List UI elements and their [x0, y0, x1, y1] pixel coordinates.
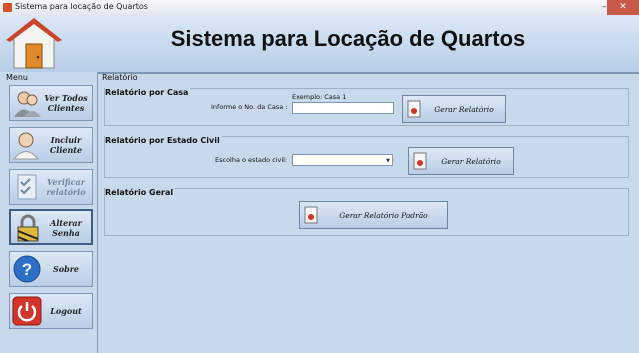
menu-item-sobre[interactable]: ? Sobre — [9, 251, 93, 287]
button-label: Gerar Relatório — [434, 104, 494, 114]
padlock-icon — [17, 214, 39, 242]
menu-item-label: Alterar Senha — [50, 218, 82, 238]
report-icon — [304, 206, 318, 224]
menu-item-ver-todos-clientes[interactable]: Ver Todos Clientes — [9, 85, 93, 121]
sidebar-menu: Menu Ver Todos Clientes Incluir Cliente … — [0, 72, 98, 353]
house-logo-icon — [6, 18, 62, 69]
window-titlebar: Sistema para locação de Quartos –□ ✕ — [0, 0, 639, 17]
help-icon: ? — [13, 255, 41, 283]
app-header: Sistema para Locação de Quartos — [0, 16, 639, 74]
casa-number-input[interactable] — [292, 102, 394, 114]
group-title: Relatório por Estado Civil — [105, 136, 222, 145]
menu-item-incluir-cliente[interactable]: Incluir Cliente — [9, 127, 93, 163]
close-button[interactable]: ✕ — [607, 0, 639, 15]
menu-item-logout[interactable]: Logout — [9, 293, 93, 329]
group-relatorio-estado-civil: Relatório por Estado Civil Escolha o est… — [104, 136, 629, 178]
app-title: Sistema para Locação de Quartos — [170, 26, 526, 51]
estado-civil-label: Escolha o estado civil: — [215, 156, 288, 164]
menu-item-label: Verificar relatório — [46, 177, 86, 197]
casa-number-label: Informe o No. da Casa : — [211, 103, 288, 111]
section-title: Relatório — [102, 73, 138, 82]
menu-title: Menu — [6, 73, 28, 82]
menu-item-label: Logout — [50, 306, 82, 316]
checklist-icon — [17, 174, 37, 200]
estado-civil-select[interactable]: ▼ — [292, 154, 393, 166]
power-icon — [12, 296, 42, 326]
menu-item-verificar-relatorio[interactable]: Verificar relatório — [9, 169, 93, 205]
report-icon — [407, 100, 421, 118]
gerar-relatorio-padrao-button[interactable]: Gerar Relatório Padrão — [299, 201, 448, 229]
menu-item-label: Incluir Cliente — [49, 135, 83, 155]
example-hint: Exemplo: Casa 1 — [292, 93, 347, 101]
menu-item-label: Ver Todos Clientes — [44, 93, 88, 113]
button-label: Gerar Relatório Padrão — [339, 210, 428, 220]
report-icon — [413, 152, 427, 170]
gerar-relatorio-casa-button[interactable]: Gerar Relatório — [402, 95, 506, 123]
group-relatorio-por-casa: Relatório por Casa Exemplo: Casa 1 Infor… — [104, 88, 629, 126]
app-window-icon — [3, 3, 12, 12]
gerar-relatorio-estado-button[interactable]: Gerar Relatório — [408, 147, 514, 175]
users-icon — [14, 91, 41, 117]
main-content: Relatório Relatório por Casa Exemplo: Ca… — [98, 72, 639, 353]
person-add-icon — [12, 132, 40, 160]
menu-item-alterar-senha[interactable]: Alterar Senha — [9, 209, 93, 245]
group-relatorio-geral: Relatório Geral Gerar Relatório Padrão — [104, 188, 629, 236]
group-title: Relatório Geral — [105, 188, 176, 197]
chevron-down-icon: ▼ — [386, 158, 390, 164]
button-label: Gerar Relatório — [441, 156, 501, 166]
group-title: Relatório por Casa — [105, 88, 191, 97]
window-title: Sistema para locação de Quartos — [15, 2, 148, 11]
menu-item-label: Sobre — [52, 264, 79, 274]
svg-text:?: ? — [22, 260, 32, 279]
